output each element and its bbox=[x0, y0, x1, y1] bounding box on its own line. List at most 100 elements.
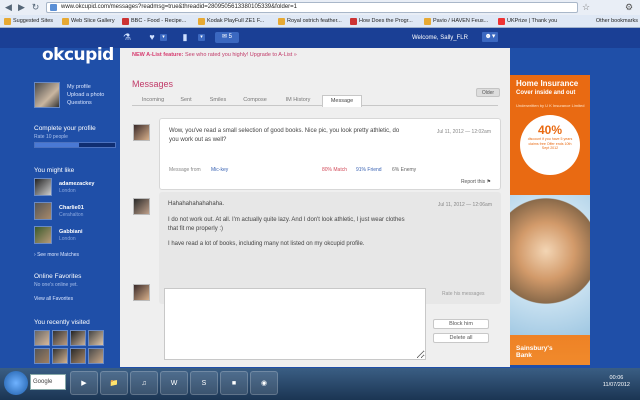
visited-avatar[interactable] bbox=[70, 348, 86, 364]
chevron-down-icon[interactable]: ▾ bbox=[160, 34, 167, 41]
visited-avatar[interactable] bbox=[88, 348, 104, 364]
chevron-down-icon[interactable]: ▾ bbox=[198, 34, 205, 41]
mail-button[interactable]: ✉ 5 bbox=[215, 32, 239, 43]
message-date: Jul 11, 2012 — 12:02am bbox=[436, 129, 491, 135]
arrow-icon: › bbox=[34, 252, 36, 258]
match-photo[interactable] bbox=[34, 178, 52, 196]
heart-icon[interactable]: ♥ bbox=[145, 32, 159, 43]
enemy-percent: 6% Enemy bbox=[392, 167, 417, 173]
bookmark-item[interactable]: Web Slice Gallery bbox=[62, 17, 115, 26]
match-item[interactable]: adamezackey London bbox=[34, 178, 120, 198]
page-title: Messages bbox=[132, 79, 174, 89]
app-icon[interactable]: ■ bbox=[220, 371, 248, 395]
bookmarks-bar: Suggested Sites Web Slice Gallery BBC - … bbox=[0, 15, 640, 28]
wrench-icon[interactable]: ⚙ bbox=[625, 2, 633, 13]
tab-im-history[interactable]: IM History bbox=[278, 95, 318, 106]
tab-message[interactable]: Message bbox=[322, 95, 362, 107]
complete-profile-title[interactable]: Complete your profile bbox=[34, 125, 96, 132]
match-photo[interactable] bbox=[34, 202, 52, 220]
visited-avatar[interactable] bbox=[70, 330, 86, 346]
mail-icon: ✉ bbox=[221, 34, 227, 40]
rate-messages-label: Rate his messages bbox=[442, 291, 485, 297]
tab-sent[interactable]: Sent bbox=[174, 95, 198, 106]
reload-icon[interactable]: ↻ bbox=[30, 2, 41, 13]
word-icon[interactable]: W bbox=[160, 371, 188, 395]
match-name[interactable]: Gabbiani bbox=[59, 229, 83, 235]
questions-link[interactable]: Questions bbox=[67, 100, 92, 106]
url-field[interactable]: www.okcupid.com/messages?readmsg=true&th… bbox=[46, 2, 578, 13]
tab-incoming[interactable]: Incoming bbox=[136, 95, 170, 106]
match-location: Cerahalton bbox=[59, 212, 84, 218]
chat-icon[interactable]: ▮ bbox=[178, 32, 192, 43]
visited-avatar[interactable] bbox=[34, 348, 50, 364]
match-photo[interactable] bbox=[34, 226, 52, 244]
star-icon[interactable]: ☆ bbox=[582, 2, 590, 13]
bookmark-item[interactable]: How Does the Progr... bbox=[350, 17, 413, 26]
delete-all-button[interactable]: Delete all bbox=[433, 333, 489, 343]
match-name[interactable]: Charlie01 bbox=[59, 205, 84, 211]
tab-smiles[interactable]: Smiles bbox=[204, 95, 232, 106]
other-bookmarks[interactable]: Other bookmarks bbox=[596, 17, 638, 26]
match-item[interactable]: Gabbiani London bbox=[34, 226, 120, 246]
bookmark-item[interactable]: Royal ostrich feather... bbox=[278, 17, 342, 26]
my-avatar[interactable] bbox=[133, 198, 150, 215]
flag-icon: ⚑ bbox=[486, 179, 491, 185]
left-sidebar: My profile Upload a photo Questions Comp… bbox=[28, 72, 120, 367]
view-all-favorites-link[interactable]: View all Favorites bbox=[34, 296, 73, 302]
recently-visited-title: You recently visited bbox=[34, 319, 90, 326]
chrome-icon[interactable]: ◉ bbox=[250, 371, 278, 395]
friend-percent: 91% Friend bbox=[356, 167, 382, 173]
site-logo[interactable]: okcupid bbox=[42, 45, 114, 65]
forward-icon[interactable]: ▶ bbox=[16, 2, 27, 13]
mail-count: 5 bbox=[228, 34, 233, 40]
my-profile-link[interactable]: My profile bbox=[67, 84, 91, 90]
tab-compose[interactable]: Compose bbox=[238, 95, 272, 106]
match-percent: 80% Match bbox=[322, 167, 348, 173]
back-icon[interactable]: ◀ bbox=[3, 2, 14, 13]
message-tabs: Incoming Sent Smiles Compose IM History … bbox=[132, 94, 498, 107]
block-button[interactable]: Block him bbox=[433, 319, 489, 329]
browser-chrome: ◀ ▶ ↻ www.okcupid.com/messages?readmsg=t… bbox=[0, 0, 640, 28]
bookmark-item[interactable]: Suggested Sites bbox=[4, 17, 53, 26]
main-content: NEW A-List feature: See who rated you hi… bbox=[120, 48, 510, 367]
google-search-box[interactable]: Google bbox=[30, 374, 66, 390]
report-link[interactable]: Report this ⚑ bbox=[461, 179, 491, 185]
skype-icon[interactable]: S bbox=[190, 371, 218, 395]
match-name[interactable]: adamezackey bbox=[59, 181, 94, 187]
bookmark-item[interactable]: Kodak PlayFull ZE1 F... bbox=[198, 17, 264, 26]
site-favicon bbox=[50, 4, 57, 11]
message-from-user[interactable]: Mic-key bbox=[211, 167, 228, 173]
sender-avatar[interactable] bbox=[133, 284, 150, 301]
message-bubble: Wow, you've read a small selection of go… bbox=[159, 118, 501, 190]
visited-avatar[interactable] bbox=[52, 330, 68, 346]
message-from-label: Message from bbox=[169, 167, 201, 173]
upload-photo-link[interactable]: Upload a photo bbox=[67, 92, 104, 98]
avatar[interactable] bbox=[34, 82, 60, 108]
message-text: I have read a lot of books, including ma… bbox=[168, 241, 365, 247]
sender-avatar[interactable] bbox=[133, 124, 150, 141]
flask-icon[interactable]: ⚗ bbox=[120, 32, 134, 43]
ad-subtitle: Cover inside and out bbox=[516, 90, 576, 96]
visited-avatar[interactable] bbox=[88, 330, 104, 346]
see-more-matches-link[interactable]: › See more Matches bbox=[34, 252, 79, 258]
start-button[interactable] bbox=[4, 371, 28, 395]
folder-icon[interactable]: 📁 bbox=[100, 371, 128, 395]
match-item[interactable]: Charlie01 Cerahalton bbox=[34, 202, 120, 222]
spotify-icon[interactable]: ♫ bbox=[130, 371, 158, 395]
bookmark-item[interactable]: Pavio / HAVEN Feus... bbox=[424, 17, 488, 26]
bookmark-item[interactable]: UKPrize | Thank you bbox=[498, 17, 557, 26]
address-bar: ◀ ▶ ↻ www.okcupid.com/messages?readmsg=t… bbox=[0, 0, 640, 15]
media-player-icon[interactable]: ▶ bbox=[70, 371, 98, 395]
bookmark-item[interactable]: BBC - Food - Recipe... bbox=[122, 17, 186, 26]
alist-notice[interactable]: NEW A-List feature: See who rated you hi… bbox=[120, 50, 510, 60]
visited-avatar[interactable] bbox=[34, 330, 50, 346]
reply-textarea[interactable] bbox=[164, 288, 426, 360]
match-location: London bbox=[59, 188, 76, 194]
message-text: Wow, you've read a small selection of go… bbox=[169, 128, 400, 143]
system-clock[interactable]: 00:06 11/07/2012 bbox=[603, 375, 630, 389]
visited-avatar[interactable] bbox=[52, 348, 68, 364]
insurance-ad[interactable]: Home Insurance Cover inside and out Unde… bbox=[510, 75, 590, 365]
profile-progress-bar bbox=[34, 142, 116, 148]
user-menu-icon[interactable]: ☻▾ bbox=[482, 32, 498, 42]
welcome-text[interactable]: Welcome, Sally_FLR bbox=[412, 35, 468, 41]
